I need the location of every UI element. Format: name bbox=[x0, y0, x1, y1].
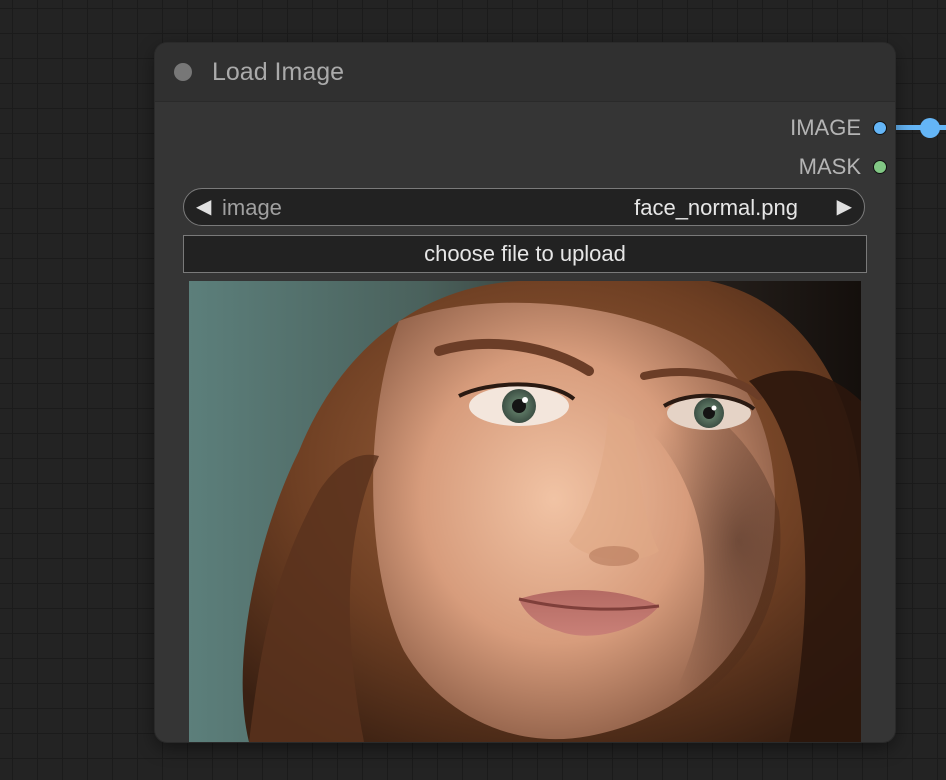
output-slot-mask[interactable]: MASK bbox=[799, 154, 887, 180]
combo-widget-value[interactable]: face_normal.png bbox=[634, 196, 798, 220]
collapse-toggle[interactable] bbox=[174, 63, 192, 81]
load-image-node[interactable]: Load Image IMAGE MASK ◀ image face_norma… bbox=[155, 43, 895, 742]
node-title: Load Image bbox=[212, 58, 345, 86]
image-slot-icon[interactable] bbox=[873, 121, 887, 135]
combo-widget-name: image bbox=[222, 195, 282, 220]
next-arrow-icon[interactable]: ▶ bbox=[837, 196, 852, 218]
node-title-bar[interactable]: Load Image bbox=[155, 43, 895, 102]
output-slot-image[interactable]: IMAGE bbox=[790, 115, 887, 141]
link-midpoint-handle[interactable] bbox=[920, 118, 940, 138]
graph-canvas[interactable]: Load Image IMAGE MASK ◀ image face_norma… bbox=[0, 0, 946, 780]
output-label-mask: MASK bbox=[798, 154, 861, 179]
image-preview bbox=[189, 281, 861, 742]
output-label-image: IMAGE bbox=[790, 115, 861, 140]
portrait-photo bbox=[189, 281, 861, 742]
image-combo-widget[interactable]: ◀ image face_normal.png ▶ bbox=[183, 188, 865, 226]
previous-arrow-icon[interactable]: ◀ bbox=[196, 196, 211, 218]
mask-slot-icon[interactable] bbox=[873, 160, 887, 174]
upload-button[interactable]: choose file to upload bbox=[183, 235, 867, 273]
